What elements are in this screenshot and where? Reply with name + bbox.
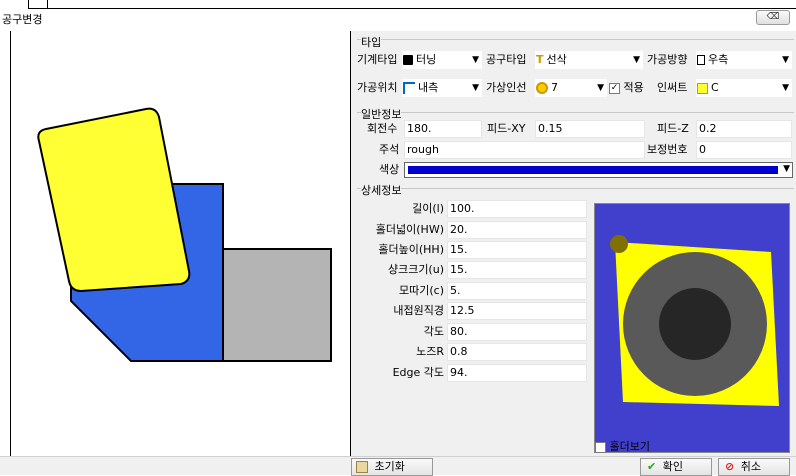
direction-icon (697, 55, 705, 65)
window-title: 공구변경 (2, 13, 43, 26)
lathe-icon (403, 55, 413, 65)
note-field[interactable]: rough (404, 141, 645, 159)
detail-field-input[interactable]: 80. (447, 323, 587, 341)
type-group-label: 타입 (361, 34, 382, 50)
detail-field-input[interactable]: 100. (447, 200, 587, 218)
tool-change-dialog: 공구변경 ⌫ 타입 기계타입 터닝 ▼ 공구타입 T 선삭 ▼ 가공방향 우측 ▼ 가공… (0, 0, 796, 476)
virtual-insert-select[interactable]: 7 ▼ (535, 79, 607, 97)
check-icon: ✔ (647, 460, 657, 473)
holder-view-checkbox[interactable]: 홀더보기 (595, 438, 650, 456)
top-edge-fragment (28, 0, 48, 9)
direction-label: 가공방향 (647, 53, 688, 66)
inner-position-icon (403, 82, 415, 94)
comp-label: 보정번호 (647, 143, 688, 156)
detail-field-label: 내접원직경 (393, 304, 444, 317)
detail-field-label: 각도 (423, 325, 444, 338)
settings-panel: 타입 기계타입 터닝 ▼ 공구타입 T 선삭 ▼ 가공방향 우측 ▼ 가공위치 내측 ▼ … (351, 31, 796, 475)
machine-type-select[interactable]: 터닝 ▼ (402, 51, 482, 69)
preview-hole (659, 288, 731, 360)
reset-icon (356, 461, 368, 473)
apply-checkbox[interactable]: ✓ 적용 (609, 79, 644, 97)
detail-field-input[interactable]: 15. (447, 261, 587, 279)
detail-field-label: Edge 각도 (392, 366, 444, 379)
chevron-down-icon: ▼ (782, 55, 789, 65)
tool-type-label: 공구타입 (486, 53, 527, 66)
detail-field-input[interactable]: 15. (447, 241, 587, 259)
chevron-down-icon: ▼ (783, 164, 790, 174)
detail-field-input[interactable]: 0.8 (447, 343, 587, 361)
chevron-down-icon: ▼ (633, 55, 640, 65)
insert-preview-canvas (594, 203, 790, 453)
detail-group-label: 상세정보 (361, 182, 402, 198)
close-icon: ⌫ (766, 12, 780, 22)
feed-xy-label: 피드-XY (487, 122, 526, 135)
position-label: 가공위치 (357, 81, 398, 94)
feed-xy-field[interactable]: 0.15 (535, 120, 645, 138)
color-swatch (408, 166, 778, 174)
insert-tip-icon (536, 82, 548, 94)
detail-field-input[interactable]: 12.5 (447, 302, 587, 320)
detail-field-label: 홀더넓이(HW) (375, 223, 444, 236)
detail-field-label: 길이(l) (412, 202, 444, 215)
chevron-down-icon: ▼ (782, 83, 789, 93)
cancel-icon: ⊘ (725, 460, 735, 473)
turning-tool-icon: T (536, 53, 544, 66)
reset-button[interactable]: 초기화 (351, 458, 433, 476)
machine-type-label: 기계타입 (357, 53, 398, 66)
insert-shape (37, 107, 191, 293)
detail-field-label: 샹크크기(u) (387, 263, 444, 276)
feed-z-label: 피드-Z (657, 122, 689, 135)
color-label: 색상 (379, 163, 400, 176)
insert-3d-preview (610, 235, 779, 406)
detail-field-input[interactable]: 94. (447, 364, 587, 382)
color-select[interactable]: ▼ (404, 162, 793, 178)
detail-field-label: 모따기(c) (399, 284, 444, 297)
preview-nose-marker (610, 235, 628, 253)
tool-shape-drawing (37, 107, 332, 362)
feed-z-field[interactable]: 0.2 (696, 120, 792, 138)
tool-type-select[interactable]: T 선삭 ▼ (535, 51, 643, 69)
button-bar: 초기화 ✔ 확인 ⊘ 취소 (0, 456, 796, 476)
detail-field-input[interactable]: 20. (447, 221, 587, 239)
detail-field-label: 노즈R (416, 345, 444, 358)
detail-field-label: 홀더높이(HH) (378, 243, 444, 256)
virtual-insert-label: 가상인선 (486, 81, 527, 94)
detail-field-input[interactable]: 5. (447, 282, 587, 300)
chevron-down-icon: ▼ (597, 83, 604, 93)
checkbox-icon (595, 441, 606, 453)
comp-field[interactable]: 0 (696, 141, 792, 159)
ok-button[interactable]: ✔ 확인 (640, 458, 712, 476)
rpm-field[interactable]: 180. (404, 120, 482, 138)
rpm-label: 회전수 (367, 122, 398, 135)
direction-select[interactable]: 우측 ▼ (696, 51, 792, 69)
chevron-down-icon: ▼ (472, 55, 479, 65)
shank-shape (222, 248, 332, 362)
position-select[interactable]: 내측 ▼ (402, 79, 482, 97)
checkmark-icon: ✓ (609, 82, 620, 94)
insert-c-icon (697, 82, 708, 94)
insert-type-select[interactable]: C ▼ (696, 79, 792, 97)
title-bar: 공구변경 ⌫ (0, 9, 796, 31)
cancel-button[interactable]: ⊘ 취소 (718, 458, 790, 476)
tool-preview-panel (10, 31, 351, 456)
insert-type-label: 인써트 (657, 81, 688, 94)
close-button[interactable]: ⌫ (756, 10, 790, 25)
chevron-down-icon: ▼ (472, 83, 479, 93)
note-label: 주석 (379, 143, 400, 156)
